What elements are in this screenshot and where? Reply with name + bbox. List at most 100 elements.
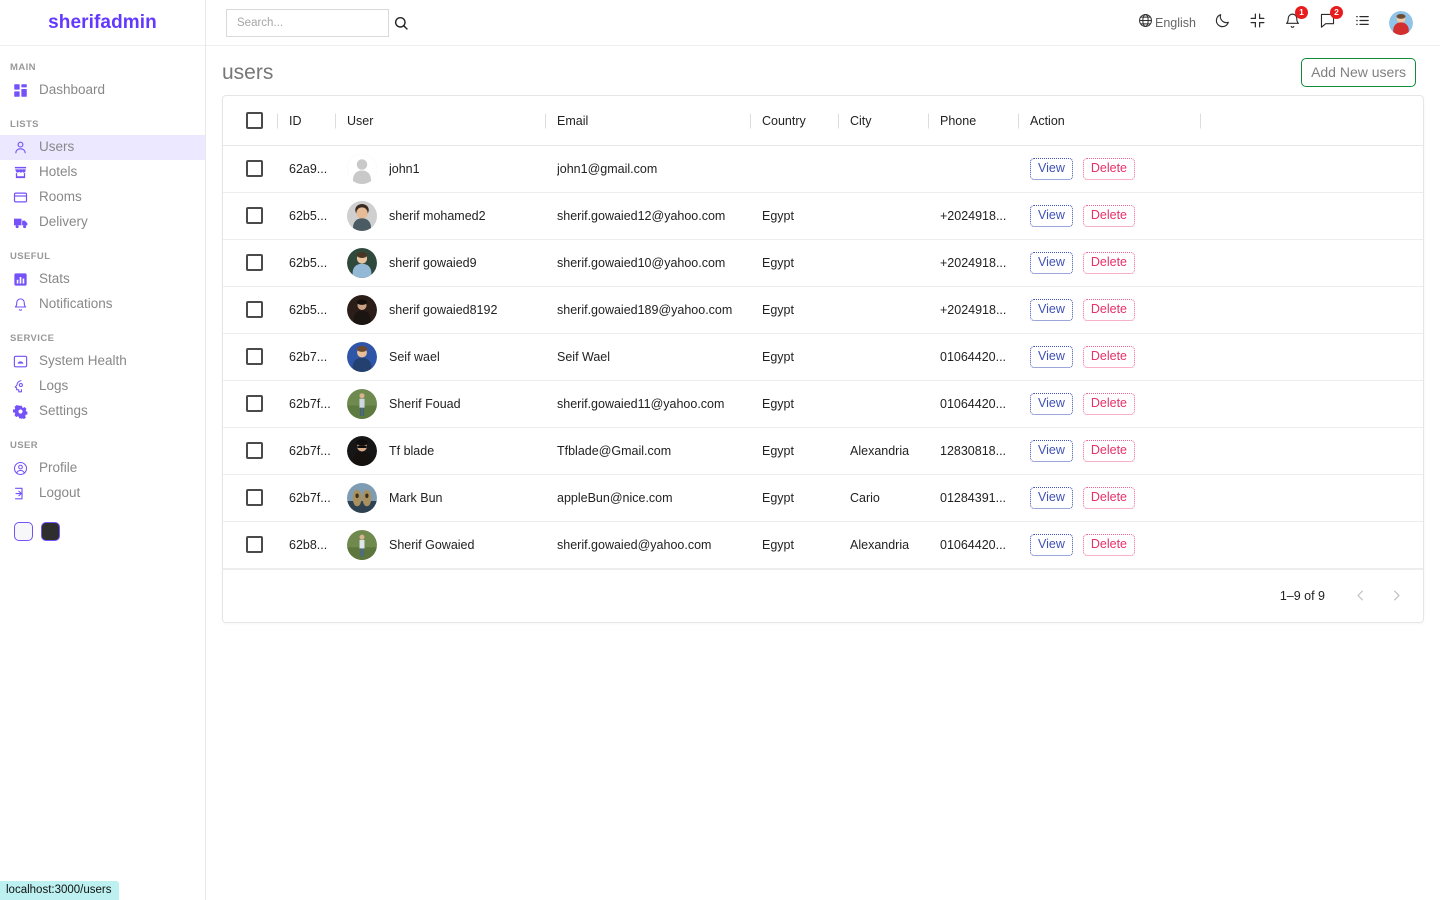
row-checkbox[interactable] [246, 160, 263, 178]
light-theme-swatch[interactable] [14, 522, 33, 541]
sidebar-item-notifications[interactable]: Notifications [0, 292, 205, 317]
select-all-checkbox[interactable] [246, 112, 263, 130]
sidebar-item-profile[interactable]: Profile [0, 456, 205, 481]
sidebar-section-title: SERVICE [10, 333, 55, 344]
table-row[interactable]: 62b5... sherif gowaied8192 sherif.gowaied1… [223, 286, 1423, 334]
notifications-badge: 1 [1295, 5, 1308, 19]
table-row[interactable]: 62b5... sherif gowaied9 sherif.gowaied10@y… [223, 239, 1423, 287]
table-row[interactable]: 62a9... john1 john1@gmail.com View Delete [223, 145, 1423, 193]
search-input[interactable] [235, 15, 393, 30]
user-avatar[interactable] [1389, 10, 1413, 35]
sidebar-section-title: LISTS [10, 119, 39, 130]
column-divider[interactable] [277, 113, 278, 129]
top-navbar: English [206, 0, 1440, 46]
cell-phone: 01064420... [928, 333, 1018, 381]
cell-country: Egypt [750, 192, 838, 240]
row-checkbox[interactable] [246, 395, 263, 413]
table-row[interactable]: 62b7f... Tf blade Tfblade@Gmail.com Egypt Al… [223, 427, 1423, 475]
sidebar-item-system-health[interactable]: System Health [0, 349, 205, 374]
column-header-phone[interactable]: Phone [928, 96, 1018, 146]
fullscreen-exit-toggle[interactable] [1249, 12, 1266, 34]
column-header-country[interactable]: Country [750, 96, 838, 146]
messages-button[interactable]: 2 [1319, 5, 1343, 34]
cell-id: 62b5... [277, 239, 335, 287]
view-button[interactable]: View [1030, 440, 1073, 462]
cell-country [750, 145, 838, 193]
sidebar-item-rooms[interactable]: Rooms [0, 185, 205, 210]
cell-email: appleBun@nice.com [545, 474, 750, 522]
delete-button[interactable]: Delete [1082, 487, 1136, 509]
column-divider[interactable] [1018, 113, 1019, 129]
sidebar-item-settings[interactable]: Settings [0, 399, 205, 424]
row-checkbox[interactable] [246, 536, 263, 554]
row-avatar [347, 341, 377, 372]
add-new-users-button[interactable]: Add New users [1301, 58, 1416, 88]
column-divider[interactable] [335, 113, 336, 129]
row-checkbox[interactable] [246, 442, 263, 460]
row-checkbox[interactable] [246, 301, 263, 319]
sidebar-item-stats[interactable]: Stats [0, 267, 205, 292]
column-header-id[interactable]: ID [277, 96, 335, 146]
cell-email-text: Tfblade@Gmail.com [557, 443, 672, 458]
column-header-user[interactable]: User [335, 96, 545, 146]
sidebar-item-label: Users [39, 139, 75, 155]
sidebar-item-label: Rooms [39, 189, 82, 205]
sidebar-item-delivery[interactable]: Delivery [0, 210, 205, 235]
view-button[interactable]: View [1030, 534, 1073, 556]
cell-user-text: Seif wael [389, 349, 440, 364]
row-checkbox[interactable] [246, 254, 263, 272]
delete-button[interactable]: Delete [1082, 205, 1136, 227]
brand-logo[interactable]: sherifadmin [48, 12, 157, 34]
list-menu-button[interactable] [1354, 12, 1371, 34]
next-page-button[interactable] [1381, 581, 1411, 611]
delete-button[interactable]: Delete [1082, 534, 1136, 556]
delete-button[interactable]: Delete [1082, 393, 1136, 415]
cell-city-text: Alexandria [850, 443, 910, 458]
dark-mode-toggle[interactable] [1214, 12, 1231, 34]
delete-button[interactable]: Delete [1082, 440, 1136, 462]
row-checkbox[interactable] [246, 348, 263, 366]
table-row[interactable]: 62b8... Sherif Gowaied sherif.gowaied@yaho… [223, 521, 1423, 569]
sidebar-item-logs[interactable]: Logs [0, 374, 205, 399]
table-row[interactable]: 62b7f... Mark Bun appleBun@nice.com Egypt Ca… [223, 474, 1423, 522]
cell-country-text: Egypt [762, 443, 794, 458]
column-divider[interactable] [838, 113, 839, 129]
table-row[interactable]: 62b7... Seif wael Seif Wael Egypt 01064420..… [223, 333, 1423, 381]
delete-button[interactable]: Delete [1082, 158, 1136, 180]
column-header-action[interactable]: Action [1018, 96, 1200, 146]
column-divider[interactable] [928, 113, 929, 129]
row-checkbox[interactable] [246, 207, 263, 225]
search-box[interactable] [226, 8, 408, 37]
view-button[interactable]: View [1030, 346, 1073, 368]
view-button[interactable]: View [1030, 299, 1073, 321]
column-divider[interactable] [750, 113, 751, 129]
sidebar-item-users[interactable]: Users [0, 135, 205, 160]
view-button[interactable]: View [1030, 393, 1073, 415]
view-button[interactable]: View [1030, 487, 1073, 509]
row-select-cell [223, 286, 277, 334]
sidebar-item-logout[interactable]: Logout [0, 481, 205, 506]
table-row[interactable]: 62b7f... Sherif Fouad sherif.gowaied11@yah… [223, 380, 1423, 428]
view-button[interactable]: View [1030, 252, 1073, 274]
delete-button[interactable]: Delete [1082, 299, 1136, 321]
previous-page-button[interactable] [1345, 581, 1375, 611]
table-row[interactable]: 62b5... sherif mohamed2 sherif.gowaied12@y… [223, 192, 1423, 240]
language-selector[interactable]: English [1138, 13, 1196, 33]
view-button[interactable]: View [1030, 158, 1073, 180]
delete-button[interactable]: Delete [1082, 252, 1136, 274]
column-label-email: Email [557, 113, 589, 128]
view-button[interactable]: View [1030, 205, 1073, 227]
column-divider[interactable] [1200, 113, 1201, 129]
sidebar-item-dashboard[interactable]: Dashboard [0, 78, 205, 103]
column-header-city[interactable]: City [838, 96, 928, 146]
column-divider[interactable] [545, 113, 546, 129]
row-avatar [347, 435, 377, 466]
cell-city-text: Cario [850, 490, 880, 505]
column-header-email[interactable]: Email [545, 96, 750, 146]
dark-theme-swatch[interactable] [41, 522, 60, 541]
delete-button[interactable]: Delete [1082, 346, 1136, 368]
row-checkbox[interactable] [246, 489, 263, 507]
sidebar-item-hotels[interactable]: Hotels [0, 160, 205, 185]
search-icon[interactable] [393, 15, 409, 31]
notifications-button[interactable]: 1 [1284, 5, 1308, 34]
